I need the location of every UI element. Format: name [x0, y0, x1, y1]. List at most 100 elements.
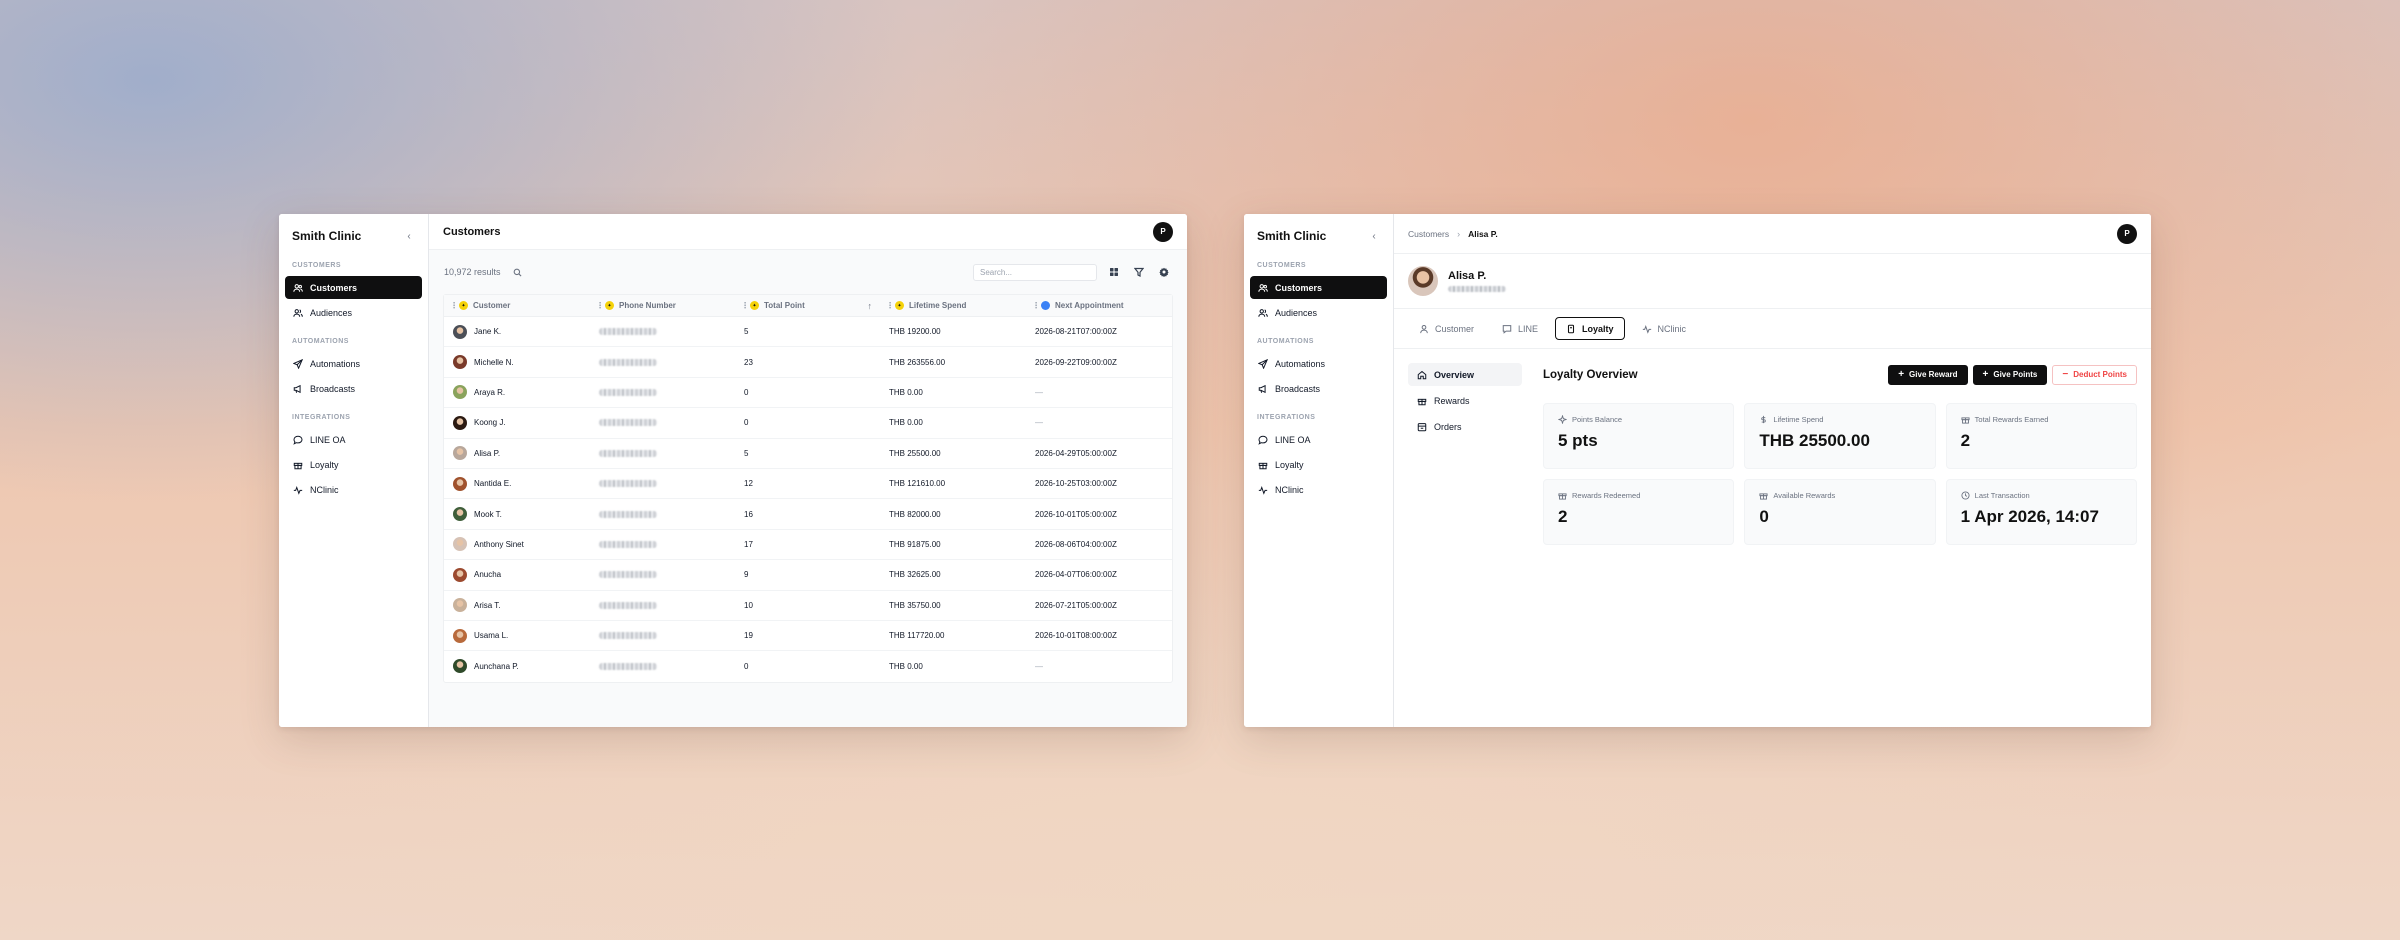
table-row[interactable]: Usama L. 19 THB 117720.00 2026-10-01T08:00:…	[444, 621, 1172, 652]
drag-handle-icon[interactable]: ⋮	[886, 301, 894, 310]
tab-nclinic[interactable]: NClinic	[1631, 317, 1698, 340]
drag-handle-icon[interactable]: ⋮	[450, 301, 458, 310]
table-row[interactable]: Nantida E. 12 THB 121610.00 2026-10-25T03:0…	[444, 469, 1172, 500]
customer-name[interactable]: Anucha	[474, 570, 501, 579]
column-header-phone[interactable]: ⋮ ✦ Phone Number	[590, 295, 735, 316]
button-label: Deduct Points	[2073, 370, 2127, 379]
user-avatar[interactable]: P	[2117, 223, 2137, 244]
customer-name[interactable]: Alisa P.	[474, 449, 500, 458]
user-avatar[interactable]: P	[1153, 221, 1173, 242]
table-row[interactable]: Mook T. 16 THB 82000.00 2026-10-01T05:00:00…	[444, 499, 1172, 530]
sidebar-item-broadcasts[interactable]: Broadcasts	[285, 377, 422, 400]
subnav-item-orders[interactable]: Orders	[1408, 415, 1522, 438]
table-row[interactable]: Anucha 9 THB 32625.00 2026-04-07T06:00:00Z	[444, 560, 1172, 591]
table-row[interactable]: Koong J. 0 THB 0.00 —	[444, 408, 1172, 439]
sidebar-item-nclinic[interactable]: NClinic	[1250, 478, 1387, 501]
customer-name[interactable]: Arisa T.	[474, 601, 501, 610]
cell-next-appointment: 2026-09-22T09:00:00Z	[1035, 357, 1117, 367]
cell-total-point: 10	[744, 600, 753, 610]
customer-name[interactable]: Michelle N.	[474, 358, 514, 367]
sidebar-header: Smith Clinic ‹	[1244, 224, 1393, 248]
cell-next-appointment: 2026-10-25T03:00:00Z	[1035, 479, 1117, 489]
sidebar-item-label: Audiences	[310, 307, 353, 318]
give-reward-button[interactable]: + Give Reward	[1888, 364, 1968, 385]
customer-name[interactable]: Koong J.	[474, 418, 506, 427]
tab-label: NClinic	[1657, 323, 1687, 334]
loyalty-subnav: Overview Rewards Orders	[1408, 363, 1522, 684]
loyalty-content: Overview Rewards Orders Loyalty Overview	[1394, 349, 2151, 684]
chevron-left-icon[interactable]: ‹	[1367, 231, 1381, 242]
sidebar-item-audiences[interactable]: Audiences	[1250, 301, 1387, 324]
cell-total-point: 0	[744, 418, 749, 428]
cell-total-point: 12	[744, 479, 753, 489]
drag-handle-icon[interactable]: ⋮	[1032, 301, 1040, 310]
table-row[interactable]: Arisa T. 10 THB 35750.00 2026-07-21T05:00:0…	[444, 591, 1172, 621]
drag-handle-icon[interactable]: ⋮	[741, 301, 749, 310]
cell-total-point: 5	[744, 327, 749, 337]
table-row[interactable]: Anthony Sinet 17 THB 91875.00 2026-08-06T04…	[444, 530, 1172, 561]
sidebar-item-nclinic[interactable]: NClinic	[285, 478, 422, 501]
column-header-customer[interactable]: ⋮ ✦ Customer	[444, 295, 590, 316]
deduct-points-button[interactable]: − Deduct Points	[2052, 364, 2137, 385]
tab-line[interactable]: LINE	[1491, 317, 1549, 340]
drag-handle-icon[interactable]: ⋮	[596, 301, 604, 310]
customer-name[interactable]: Mook T.	[474, 510, 502, 519]
column-type-icon: ✦	[605, 301, 614, 310]
search-icon[interactable]	[513, 268, 522, 277]
sort-ascending-icon[interactable]: ↑	[868, 301, 873, 311]
search-input[interactable]	[973, 263, 1097, 281]
cell-total-point: 0	[744, 387, 749, 397]
stat-label-row: Rewards Redeemed	[1558, 491, 1719, 500]
sidebar-item-broadcasts[interactable]: Broadcasts	[1250, 377, 1387, 400]
gift-icon	[1558, 493, 1567, 500]
redacted-phone	[599, 388, 657, 396]
sidebar-item-customers[interactable]: Customers	[1250, 276, 1387, 299]
table-row[interactable]: Araya R. 0 THB 0.00 —	[444, 378, 1172, 409]
customer-name[interactable]: Nantida E.	[474, 479, 511, 488]
gift-icon	[293, 462, 303, 469]
table-row[interactable]: Aunchana P. 0 THB 0.00 —	[444, 651, 1172, 681]
tab-loyalty[interactable]: Loyalty	[1555, 317, 1625, 340]
chat-icon	[293, 435, 303, 445]
subnav-label: Overview	[1434, 369, 1475, 380]
table-body: Jane K. 5 THB 19200.00 2026-08-21T07:00:00Z…	[444, 317, 1172, 682]
page-title: Customers	[443, 225, 501, 238]
subnav-item-rewards[interactable]: Rewards	[1408, 389, 1522, 412]
settings-button[interactable]	[1155, 264, 1172, 281]
sidebar-item-loyalty[interactable]: Loyalty	[1250, 453, 1387, 476]
subnav-item-overview[interactable]: Overview	[1408, 363, 1522, 386]
table-row[interactable]: Jane K. 5 THB 19200.00 2026-08-21T07:00:00Z	[444, 317, 1172, 348]
sidebar-item-line-oa[interactable]: LINE OA	[1250, 428, 1387, 451]
sidebar-item-automations[interactable]: Automations	[1250, 352, 1387, 375]
filter-button[interactable]	[1130, 264, 1147, 281]
sidebar-item-audiences[interactable]: Audiences	[285, 301, 422, 324]
cell-phone	[590, 449, 735, 457]
grid-view-button[interactable]	[1105, 264, 1122, 281]
table-row[interactable]: Michelle N. 23 THB 263556.00 2026-09-22T09:…	[444, 347, 1172, 378]
redacted-phone	[599, 480, 657, 488]
chevron-left-icon[interactable]: ‹	[402, 231, 416, 242]
breadcrumb-link-customers[interactable]: Customers	[1408, 229, 1449, 239]
table-row[interactable]: Alisa P. 5 THB 25500.00 2026-04-29T05:00:00…	[444, 439, 1172, 469]
customer-name[interactable]: Anthony Sinet	[474, 540, 524, 549]
sidebar-item-line-oa[interactable]: LINE OA	[285, 428, 422, 451]
chevron-right-icon: ›	[1457, 228, 1461, 239]
cell-customer: Aunchana P.	[444, 659, 590, 674]
sidebar-item-customers[interactable]: Customers	[285, 276, 422, 299]
customer-name[interactable]: Usama L.	[474, 631, 508, 640]
cell-next-appointment: 2026-08-21T07:00:00Z	[1035, 327, 1117, 337]
give-points-button[interactable]: + Give Points	[1972, 364, 2048, 385]
customer-name[interactable]: Araya R.	[474, 388, 505, 397]
column-header-next-appointment[interactable]: ⋮ Next Appointment	[1026, 295, 1172, 316]
customer-name[interactable]: Aunchana P.	[474, 662, 519, 671]
column-header-total-point[interactable]: ⋮ ✦ Total Point ↑	[735, 295, 880, 316]
tab-customer[interactable]: Customer	[1408, 317, 1485, 340]
sidebar-item-automations[interactable]: Automations	[285, 352, 422, 375]
sidebar-item-loyalty[interactable]: Loyalty	[285, 453, 422, 476]
breadcrumb-current: Alisa P.	[1468, 228, 1498, 239]
cell-phone	[590, 328, 735, 336]
customer-name[interactable]: Jane K.	[474, 327, 501, 336]
sidebar-item-label: Automations	[310, 358, 361, 369]
clinic-title: Smith Clinic	[292, 229, 362, 243]
column-header-lifetime-spend[interactable]: ⋮ ✦ Lifetime Spend	[880, 295, 1026, 316]
